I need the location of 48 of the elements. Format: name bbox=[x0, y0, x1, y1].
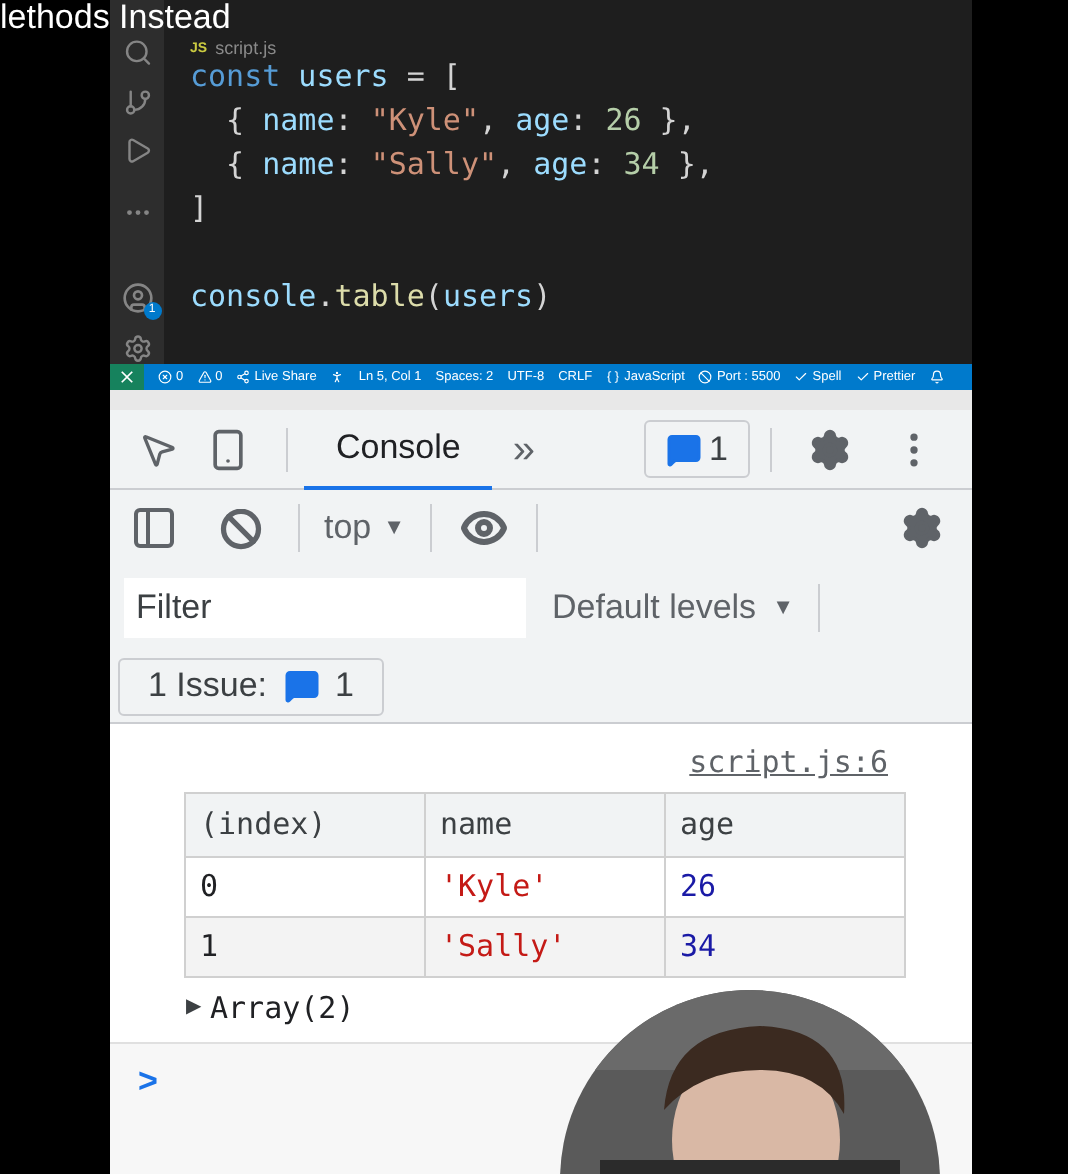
search-icon[interactable] bbox=[121, 38, 153, 68]
source-link[interactable]: script.js:6 bbox=[689, 740, 888, 785]
column-header[interactable]: (index) bbox=[200, 801, 327, 847]
filter-field[interactable]: Filter bbox=[124, 578, 526, 638]
check-icon bbox=[855, 370, 870, 384]
video-caption: lethods Instead bbox=[0, 0, 231, 34]
table-cell-text: 1 bbox=[200, 925, 219, 968]
account-icon[interactable] bbox=[121, 282, 153, 315]
share-icon bbox=[236, 370, 251, 384]
code-line: ] bbox=[190, 190, 209, 226]
code-line: { name: "Kyle", age: 26 }, bbox=[224, 102, 696, 138]
clear-icon[interactable] bbox=[220, 507, 262, 549]
ban-icon bbox=[698, 370, 713, 384]
message-icon bbox=[665, 431, 702, 467]
more-tabs-button[interactable]: » bbox=[512, 419, 535, 479]
settings-icon[interactable] bbox=[900, 506, 944, 550]
braces-icon bbox=[606, 370, 621, 384]
levels-dropdown[interactable]: Default levels ▼ bbox=[552, 582, 794, 634]
settings-icon[interactable] bbox=[121, 334, 153, 364]
table-cell-text: 0 bbox=[200, 865, 219, 908]
error-icon bbox=[158, 370, 172, 384]
array-label[interactable]: Array(2) bbox=[210, 985, 355, 1030]
table-cell-text: 34 bbox=[680, 925, 717, 968]
code-line: const users = [ bbox=[190, 58, 461, 94]
column-header[interactable]: name bbox=[440, 801, 513, 847]
issues-badge[interactable]: 1 bbox=[643, 420, 750, 478]
message-icon bbox=[283, 668, 320, 704]
table-cell-text: 'Kyle' bbox=[440, 865, 549, 908]
table-cell-text: 'Sally' bbox=[440, 925, 567, 968]
context-dropdown[interactable]: top ▼ bbox=[324, 502, 406, 554]
remote-icon[interactable] bbox=[110, 364, 144, 390]
check-icon bbox=[794, 370, 809, 384]
expand-icon[interactable]: ▶ bbox=[186, 992, 202, 1023]
issues-button[interactable]: 1 Issue: 1 bbox=[118, 657, 385, 715]
warning-icon bbox=[197, 370, 212, 384]
code-line: { name: "Sally", age: 34 }, bbox=[224, 146, 714, 182]
branch-icon[interactable] bbox=[121, 87, 153, 117]
accessibility-icon bbox=[330, 370, 345, 384]
code-line: console.table(users) bbox=[190, 278, 552, 314]
console-prompt[interactable]: > bbox=[138, 1062, 158, 1100]
file-tab[interactable]: script.js bbox=[215, 36, 277, 64]
settings-icon[interactable] bbox=[808, 427, 852, 471]
table-cell-text: 26 bbox=[680, 865, 717, 908]
sidebar-icon[interactable] bbox=[130, 504, 178, 552]
column-header[interactable]: age bbox=[680, 801, 735, 847]
inspect-icon[interactable] bbox=[138, 429, 178, 469]
bell-icon[interactable] bbox=[929, 370, 944, 384]
console-tab[interactable]: Console bbox=[304, 409, 493, 489]
